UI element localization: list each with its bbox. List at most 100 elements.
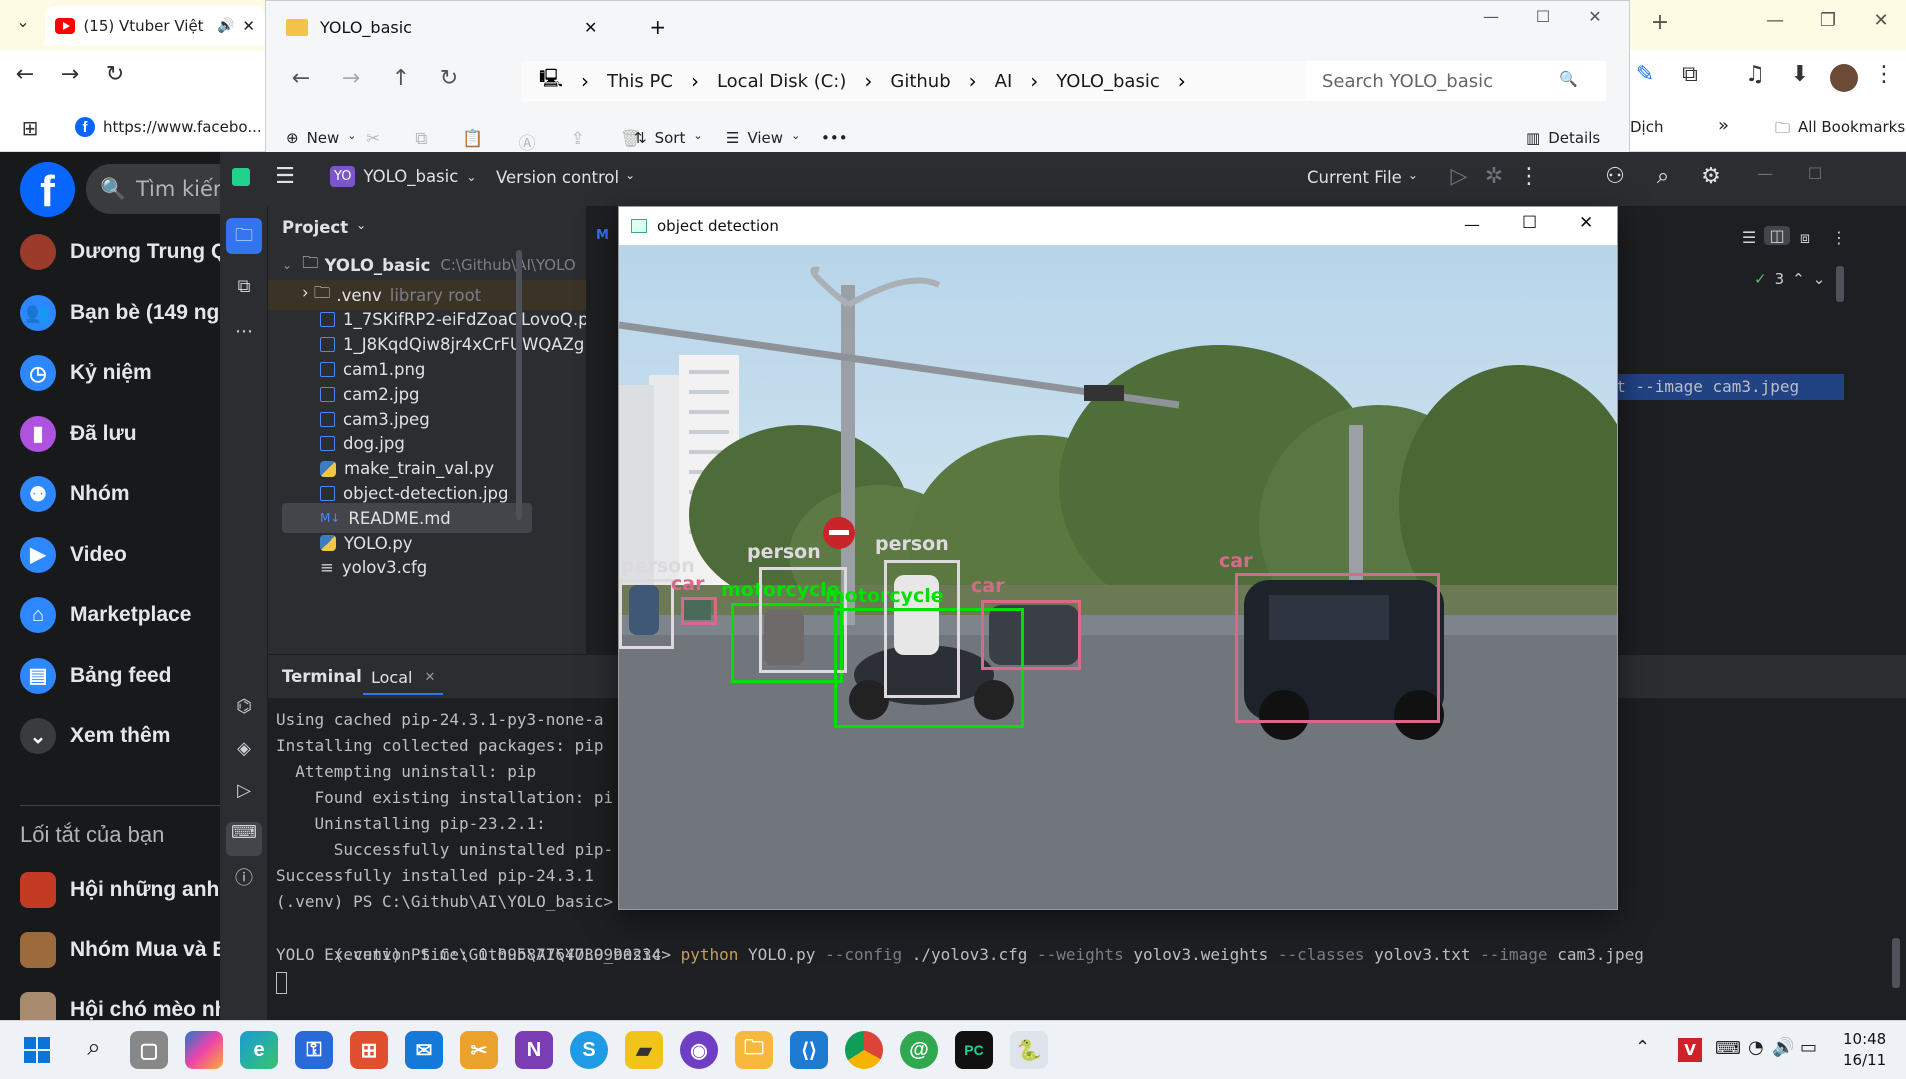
split-view-icon[interactable]: ◫ <box>1764 226 1790 245</box>
all-bookmarks-button[interactable]: 🗀 All Bookmarks <box>1775 118 1905 143</box>
more-icon[interactable]: ⋮ <box>1515 164 1543 189</box>
minimize-icon[interactable]: — <box>1760 10 1790 31</box>
sort-button[interactable]: ⇅ Sort ⌄ <box>634 129 703 147</box>
sidebar-item[interactable]: ▮ Đã lưu <box>20 412 137 456</box>
breadcrumb-item[interactable]: This PC <box>607 71 673 92</box>
problems-indicator[interactable]: ✓ 3 ⌃ ⌄ <box>1754 270 1825 288</box>
sidebar-item[interactable]: Dương Trung Q <box>20 230 227 274</box>
sidebar-item[interactable]: ▶ Video <box>20 533 127 577</box>
up-icon[interactable]: ↑ <box>386 66 416 91</box>
menu-icon[interactable]: ⋮ <box>1872 62 1896 87</box>
reload-icon[interactable]: ↻ <box>100 62 130 87</box>
minimize-icon[interactable]: — <box>1464 215 1480 234</box>
python-console-icon[interactable]: ⌬ <box>226 696 262 717</box>
problems-icon[interactable]: ⓘ <box>226 864 262 890</box>
edge-icon[interactable]: e <box>240 1031 278 1069</box>
sidebar-item[interactable]: 👥 Bạn bè (149 ngư <box>20 291 235 335</box>
pycharm-icon[interactable]: PC <box>955 1031 993 1069</box>
details-button[interactable]: ▥ Details <box>1526 129 1600 147</box>
project-tool-icon[interactable]: 🗀 <box>226 218 262 254</box>
editor-tab[interactable]: M <box>596 228 609 243</box>
edit-icon[interactable]: ✎ <box>1630 62 1660 87</box>
wifi-icon[interactable]: ◔ <box>1748 1037 1764 1058</box>
mail-icon[interactable]: ✉ <box>405 1031 443 1069</box>
packages-icon[interactable]: ◈ <box>226 738 262 759</box>
chrome-icon[interactable] <box>845 1031 883 1069</box>
close-icon[interactable]: ✕ <box>1580 7 1610 26</box>
avatar[interactable] <box>1830 64 1858 92</box>
file-explorer-icon[interactable]: 🗀 <box>735 1031 773 1069</box>
sticky-notes-icon[interactable]: ▰ <box>625 1031 663 1069</box>
breadcrumb-separator[interactable]: › <box>581 69 589 93</box>
main-menu-icon[interactable]: ☰ <box>270 164 300 189</box>
maximize-icon[interactable]: ☐ <box>1528 7 1558 26</box>
download-icon[interactable]: ⬇ <box>1785 62 1815 87</box>
apps-icon[interactable]: ⊞ <box>16 116 44 140</box>
keyboard-icon[interactable]: ⌨ <box>1715 1038 1741 1059</box>
terminal-tool-icon[interactable]: ⌨ <box>226 822 262 856</box>
tray-app-icon[interactable]: V <box>1678 1038 1702 1062</box>
breadcrumb-item[interactable]: Local Disk (C:) <box>717 71 846 92</box>
refresh-icon[interactable]: ↻ <box>434 66 464 91</box>
forward-icon[interactable]: → <box>336 66 366 91</box>
services-icon[interactable]: ▷ <box>226 780 262 801</box>
more-tools-icon[interactable]: ⋯ <box>226 321 262 342</box>
close-icon[interactable]: ✕ <box>242 17 255 35</box>
facebook-logo[interactable]: f <box>20 162 75 217</box>
minimize-icon[interactable]: — <box>1750 164 1780 183</box>
sidebar-item[interactable]: ⌄ Xem thêm <box>20 714 170 758</box>
run-config-selector[interactable]: Current File ⌄ <box>1307 168 1418 187</box>
run-icon[interactable]: ▷ <box>1445 164 1473 189</box>
breadcrumb-separator[interactable]: › <box>1030 69 1038 93</box>
breadcrumb-separator[interactable]: › <box>969 69 977 93</box>
settings-icon[interactable]: ⚙ <box>1696 164 1726 189</box>
back-icon[interactable]: ← <box>10 62 40 87</box>
translate-button[interactable]: Dịch <box>1630 118 1663 136</box>
github-icon[interactable]: ◉ <box>680 1031 718 1069</box>
maximize-icon[interactable]: ☐ <box>1800 164 1830 183</box>
breadcrumb-item[interactable]: AI <box>995 71 1013 92</box>
sidebar-item[interactable]: ◷ Kỷ niệm <box>20 351 152 395</box>
explorer-tab[interactable]: YOLO_basic ✕ + <box>286 15 666 39</box>
sidebar-item[interactable]: ⌂ Marketplace <box>20 593 191 637</box>
breadcrumb-item[interactable]: Github <box>890 71 950 92</box>
close-icon[interactable]: ✕ <box>1866 10 1896 31</box>
project-selector[interactable]: YO YOLO_basic ⌄ <box>330 166 476 187</box>
breadcrumb-separator[interactable]: › <box>1178 69 1186 93</box>
forward-icon[interactable]: → <box>55 62 85 87</box>
onenote-icon[interactable]: N <box>515 1031 553 1069</box>
project-panel-title[interactable]: Project ⌄ <box>282 218 366 237</box>
breadcrumb-item[interactable]: YOLO_basic <box>1056 71 1159 92</box>
code-with-me-icon[interactable]: ⚇ <box>1600 164 1630 189</box>
tray-overflow-icon[interactable]: ⌃ <box>1635 1037 1650 1058</box>
tree-root[interactable]: ⌄ 🗀 YOLO_basic C:\Github\AI\YOLO <box>268 250 586 280</box>
store-icon[interactable]: ⊞ <box>350 1031 388 1069</box>
clock[interactable]: 10:48 16/11 <box>1843 1029 1886 1071</box>
scrollbar[interactable] <box>1836 266 1844 302</box>
list-icon[interactable]: ☰ <box>1736 228 1762 247</box>
close-icon[interactable]: ✕ <box>424 670 435 685</box>
more-button[interactable]: ••• <box>821 129 848 147</box>
maximize-icon[interactable]: ☐ <box>1522 213 1537 233</box>
task-view-icon[interactable]: ▢ <box>130 1031 168 1069</box>
scrollbar[interactable] <box>516 250 522 520</box>
search-input[interactable]: Search YOLO_basic 🔍 <box>1306 61 1606 101</box>
paste-icon[interactable]: 📋 <box>462 129 483 154</box>
rename-icon[interactable]: Ⓐ <box>519 129 536 154</box>
volume-icon[interactable]: 🔊 <box>1772 1037 1794 1058</box>
preview-icon[interactable]: ⧈ <box>1792 228 1818 248</box>
python-icon[interactable]: 🐍 <box>1010 1031 1048 1069</box>
scrollbar[interactable] <box>1892 938 1900 988</box>
shortcut-item[interactable]: Hội những anh <box>20 868 219 912</box>
shortcut-item[interactable]: Nhóm Mua và B <box>20 928 228 972</box>
skype-icon[interactable]: S <box>570 1031 608 1069</box>
security-icon[interactable]: ⚿ <box>295 1031 333 1069</box>
tree-file-item[interactable]: ≡ yolov3.cfg <box>268 553 586 583</box>
cut-icon[interactable]: ✂ <box>366 129 380 154</box>
breadcrumb-separator[interactable]: › <box>691 69 699 93</box>
vcs-menu[interactable]: Version control ⌄ <box>496 168 635 187</box>
debug-icon[interactable]: ✲ <box>1480 164 1508 189</box>
tab-list-icon[interactable]: ⌄ <box>8 12 38 31</box>
extensions-icon[interactable]: ⧉ <box>1675 62 1705 87</box>
view-button[interactable]: ☰ View ⌄ <box>726 129 800 147</box>
